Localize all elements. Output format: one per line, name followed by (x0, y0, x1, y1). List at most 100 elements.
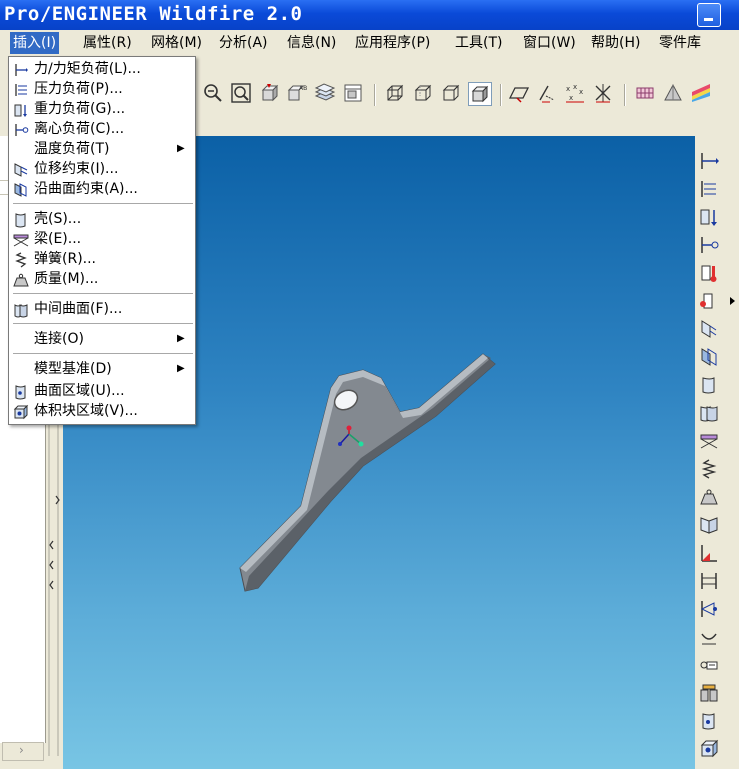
surface-constraint-icon[interactable] (698, 346, 720, 368)
midsurface-icon[interactable] (698, 514, 720, 536)
insert-dropdown-menu: 力/力矩负荷(L)... 压力负荷(P)... 重力负荷(G)... 离心负荷(… (8, 56, 196, 425)
menu-item-surface-region[interactable]: 曲面区域(U)... (9, 381, 195, 401)
reorient-icon[interactable] (258, 82, 280, 104)
menu-insert[interactable]: 插入(I) (10, 32, 60, 54)
menu-item-pressure-load[interactable]: 压力负荷(P)... (9, 79, 195, 99)
svg-text:x: x (579, 88, 583, 96)
gravity-load-icon (14, 104, 27, 117)
menu-item-displacement-constraint[interactable]: 位移约束(I)... (9, 159, 195, 179)
svg-text:x: x (566, 85, 570, 93)
surface-region-icon (15, 385, 26, 400)
menu-mesh[interactable]: 网格(M) (148, 32, 205, 54)
centrifugal-load-icon[interactable] (698, 234, 720, 256)
menu-tools[interactable]: 工具(T) (452, 32, 505, 54)
menu-item-volume-region[interactable]: 体积块区域(V)... (9, 401, 195, 421)
shell-pair-icon[interactable] (662, 82, 684, 104)
menu-item-connection[interactable]: 连接(O) ▶ (9, 329, 195, 349)
shell-icon[interactable] (698, 374, 720, 396)
menu-divider (13, 323, 193, 324)
chevron-right-icon: › (19, 743, 24, 757)
menu-item-shell[interactable]: 壳(S)... (9, 209, 195, 229)
weld-icon[interactable] (698, 682, 720, 704)
toolbar-separator (500, 84, 502, 106)
submenu-arrow-icon: ▶ (177, 333, 185, 344)
force-moment-icon (15, 64, 28, 76)
model-tree-icon[interactable] (342, 82, 364, 104)
spring-icon (15, 252, 27, 268)
right-toolbar (695, 136, 739, 769)
menu-divider (13, 293, 193, 294)
menu-bar: 插入(I) 属性(R) 网格(M) 分析(A) 信息(N) 应用程序(P) 工具… (0, 30, 739, 56)
mesh-icon[interactable] (634, 82, 656, 104)
centrifugal-load-icon (15, 124, 29, 136)
toolbar-separator (374, 84, 376, 106)
end-weld-icon[interactable] (698, 542, 720, 564)
gravity-load-icon[interactable] (698, 206, 720, 228)
datum-planes-icon[interactable] (508, 82, 530, 104)
submenu-arrow-icon: ▶ (177, 143, 185, 154)
force-moment-icon[interactable] (698, 150, 720, 172)
menu-divider (13, 353, 193, 354)
spring-icon[interactable] (698, 458, 720, 480)
displacement-constraint-icon (14, 163, 28, 177)
saved-views-icon[interactable]: AB (286, 82, 308, 104)
beam-icon[interactable] (698, 430, 720, 452)
temperature-submenu-icon[interactable] (698, 290, 720, 312)
volume-region-icon[interactable] (698, 738, 720, 760)
menu-analysis[interactable]: 分析(A) (216, 32, 271, 54)
menu-item-midsurface[interactable]: 中间曲面(F)... (9, 299, 195, 319)
menu-item-beam[interactable]: 梁(E)... (9, 229, 195, 249)
pressure-load-icon (15, 84, 27, 96)
menu-info[interactable]: 信息(N) (284, 32, 339, 54)
shell-pair-side-icon[interactable] (698, 402, 720, 424)
layers-icon[interactable] (314, 82, 336, 104)
menu-window[interactable]: 窗口(W) (520, 32, 579, 54)
coordinate-systems-icon[interactable] (592, 82, 614, 104)
minimize-button[interactable] (697, 3, 721, 27)
menu-item-surface-constraint[interactable]: 沿曲面约束(A)... (9, 179, 195, 199)
volume-region-icon (13, 404, 29, 420)
minimize-icon (704, 18, 713, 21)
menu-help[interactable]: 帮助(H) (588, 32, 643, 54)
menu-item-gravity-load[interactable]: 重力负荷(G)... (9, 99, 195, 119)
menu-applications[interactable]: 应用程序(P) (352, 32, 433, 54)
title-bar: Pro/ENGINEER Wildfire 2.0 (0, 0, 739, 30)
menu-item-centrifugal-load[interactable]: 离心负荷(C)... (9, 119, 195, 139)
pressure-load-icon[interactable] (698, 178, 720, 200)
datum-axes-icon[interactable] (536, 82, 558, 104)
fastener-icon[interactable] (698, 654, 720, 676)
toolbar-separator (624, 84, 626, 106)
mass-icon[interactable] (698, 486, 720, 508)
beam-icon (13, 234, 29, 247)
menu-item-temperature-load[interactable]: 温度负荷(T) ▶ (9, 139, 195, 159)
wireframe-icon[interactable] (384, 82, 406, 104)
surface-constraint-icon (14, 183, 27, 197)
no-hidden-icon[interactable] (440, 82, 462, 104)
menu-item-mass[interactable]: 质量(M)... (9, 269, 195, 289)
submenu-arrow-icon: ▶ (177, 363, 185, 374)
weighted-link-icon[interactable] (698, 598, 720, 620)
results-icon[interactable] (690, 82, 712, 104)
zoom-out-icon[interactable] (202, 82, 224, 104)
datum-points-icon[interactable]: xxxx (564, 82, 586, 104)
menu-item-spring[interactable]: 弹簧(R)... (9, 249, 195, 269)
mass-icon (13, 273, 29, 287)
hidden-line-icon[interactable] (412, 82, 434, 104)
menu-properties[interactable]: 属性(R) (80, 32, 135, 54)
temperature-load-icon[interactable] (698, 262, 720, 284)
surface-region-icon[interactable] (698, 710, 720, 732)
svg-text:AB: AB (299, 85, 307, 92)
svg-text:x: x (569, 94, 573, 102)
rigid-link-icon[interactable] (698, 570, 720, 592)
menu-parts-library[interactable]: 零件库 (656, 32, 704, 54)
scroll-right-button[interactable]: › (2, 742, 44, 761)
menu-item-force-moment[interactable]: 力/力矩负荷(L)... (9, 59, 195, 79)
expand-arrow-icon[interactable] (729, 296, 737, 306)
displacement-constraint-icon[interactable] (698, 318, 720, 340)
svg-text:x: x (573, 83, 577, 91)
contact-icon[interactable] (698, 626, 720, 648)
midsurface-icon (14, 304, 28, 318)
menu-item-model-datum[interactable]: 模型基准(D) ▶ (9, 359, 195, 379)
shading-icon[interactable] (468, 82, 492, 106)
refit-icon[interactable] (230, 82, 252, 104)
